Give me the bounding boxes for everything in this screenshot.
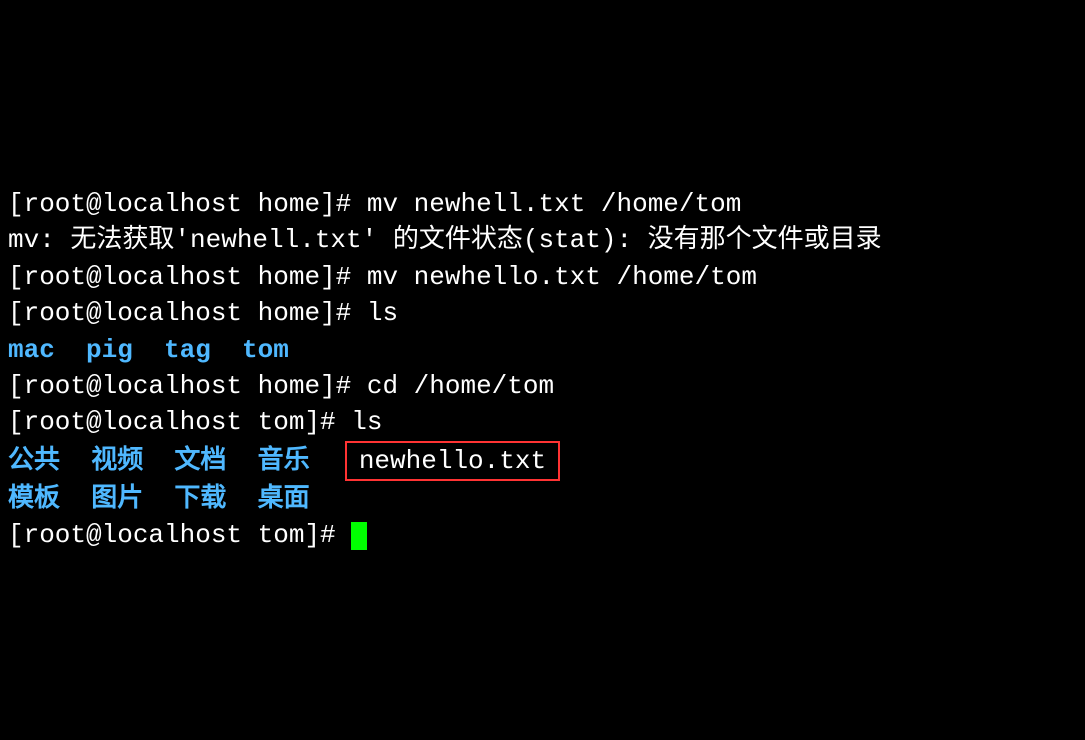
command-ls: ls [367,298,398,328]
command-mv-typo: mv newhell.txt /home/tom [367,189,741,219]
prompt: [root@localhost tom]# [8,407,351,437]
prompt: [root@localhost home]# [8,262,367,292]
command-ls: ls [351,407,382,437]
directory-list-row1: 公共 视频 文档 音乐 [8,446,341,476]
cursor-block[interactable] [351,522,367,550]
prompt: [root@localhost home]# [8,298,367,328]
command-mv: mv newhello.txt /home/tom [367,262,757,292]
error-no-such-file: mv: 无法获取'newhell.txt' 的文件状态(stat): 没有那个文… [8,225,882,255]
prompt: [root@localhost tom]# [8,520,351,550]
prompt: [root@localhost home]# [8,371,367,401]
terminal-window[interactable]: [root@localhost home]# mv newhell.txt /h… [8,150,1077,554]
prompt: [root@localhost home]# [8,189,367,219]
file-newhello: newhello.txt [359,446,546,476]
command-cd: cd /home/tom [367,371,554,401]
directory-list-row2: 模板 图片 下载 桌面 [8,484,310,514]
directory-list: mac pig tag tom [8,335,289,365]
highlighted-file-box: newhello.txt [345,441,560,481]
